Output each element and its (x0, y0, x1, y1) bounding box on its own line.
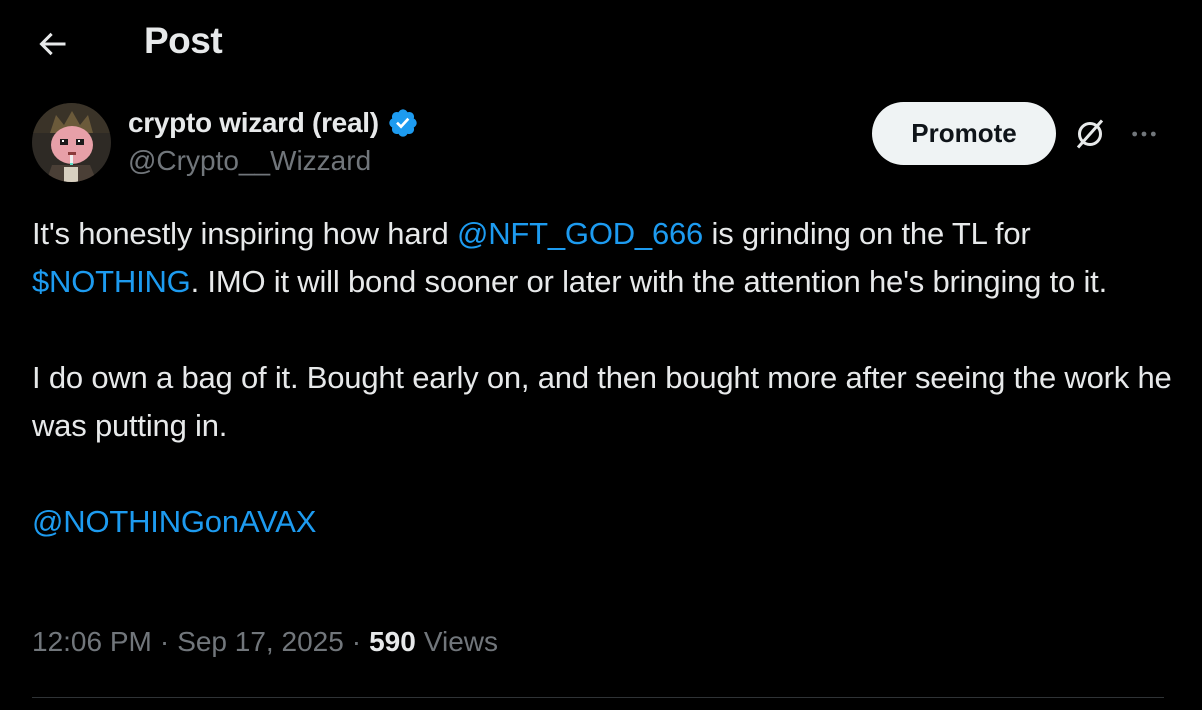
tweet-text-segment: It's honestly inspiring how hard (32, 216, 457, 251)
meta-separator: · (159, 626, 170, 657)
author-handle[interactable]: @Crypto__Wizzard (128, 145, 371, 177)
tweet-text: It's honestly inspiring how hard @NFT_GO… (32, 210, 1172, 546)
page-title: Post (144, 20, 223, 61)
more-options-button[interactable] (1122, 114, 1166, 154)
avatar-image (32, 103, 111, 182)
meta-separator: · (351, 626, 362, 657)
cashtag-link[interactable]: $NOTHING (32, 264, 191, 299)
post-time[interactable]: 12:06 PM (32, 626, 152, 658)
tweet-paragraph-3: @NOTHINGonAVAX (32, 498, 1172, 546)
tweet-text-segment: is grinding on the TL for (703, 216, 1031, 251)
mention-link[interactable]: @NFT_GOD_666 (457, 216, 703, 251)
verified-badge-icon[interactable] (387, 107, 419, 139)
views-count[interactable]: 590 (369, 626, 416, 658)
back-button[interactable] (30, 24, 74, 64)
tweet-paragraph-2: I do own a bag of it. Bought early on, a… (32, 360, 1172, 443)
top-bar: Post (0, 0, 1202, 88)
grok-slash-icon (1076, 119, 1104, 149)
mention-link[interactable]: @NOTHINGonAVAX (32, 504, 316, 539)
tweet-metadata: 12:06 PM · Sep 17, 2025 · 590 Views (32, 626, 498, 658)
tweet-paragraph-1: It's honestly inspiring how hard @NFT_GO… (32, 210, 1172, 306)
divider (32, 697, 1164, 698)
views-label: Views (423, 626, 499, 657)
more-dots-icon (1132, 131, 1156, 137)
promote-button[interactable]: Promote (872, 102, 1056, 165)
post-date[interactable]: Sep 17, 2025 (177, 626, 344, 658)
display-name[interactable]: crypto wizard (real) (128, 107, 379, 139)
tweet-text-segment: . IMO it will bond sooner or later with … (190, 264, 1108, 299)
avatar[interactable] (32, 103, 111, 182)
grok-button[interactable] (1068, 114, 1112, 154)
arrow-left-icon (39, 32, 66, 56)
author-name-row: crypto wizard (real) (128, 104, 419, 142)
